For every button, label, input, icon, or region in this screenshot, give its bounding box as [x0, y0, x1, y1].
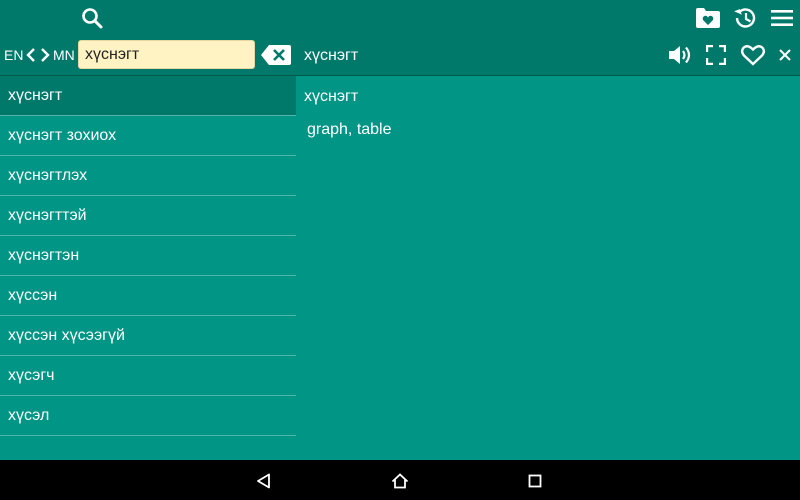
- top-toolbar: [0, 0, 800, 36]
- entry-headword: хүснэгт: [304, 47, 359, 64]
- list-item[interactable]: хүснэгт: [0, 76, 296, 116]
- clear-input-icon[interactable]: [260, 42, 292, 68]
- list-item[interactable]: хүсэл: [0, 396, 296, 436]
- list-item[interactable]: хүснэгттэй: [0, 196, 296, 236]
- recents-icon[interactable]: [524, 470, 546, 492]
- menu-icon[interactable]: [768, 4, 796, 32]
- list-item[interactable]: хүснэгтлэх: [0, 156, 296, 196]
- entry-word: хүснэгт: [304, 88, 359, 105]
- search-icon[interactable]: [78, 4, 106, 32]
- list-item[interactable]: хүснэгтэн: [0, 236, 296, 276]
- fullscreen-icon[interactable]: [704, 43, 728, 67]
- speaker-icon[interactable]: [666, 42, 694, 68]
- source-language[interactable]: EN: [4, 36, 23, 75]
- history-icon[interactable]: [730, 3, 760, 33]
- search-bar: EN MN хүснэгт: [0, 36, 800, 75]
- list-item[interactable]: хүснэгт зохиох: [0, 116, 296, 156]
- system-navbar: [0, 460, 800, 500]
- results-list: хүснэгт хүснэгт зохиох хүснэгтлэх хүснэг…: [0, 76, 296, 436]
- back-icon[interactable]: [252, 470, 276, 492]
- favorites-folder-icon[interactable]: [694, 4, 722, 32]
- heart-icon[interactable]: [738, 42, 768, 68]
- close-icon[interactable]: [776, 45, 794, 65]
- list-item[interactable]: хүссэн хүсээгүй: [0, 316, 296, 356]
- home-icon[interactable]: [388, 470, 412, 492]
- list-item[interactable]: хүсэгч: [0, 356, 296, 396]
- entry-detail: хүснэгт graph, table: [296, 76, 800, 460]
- list-item[interactable]: хүссэн: [0, 276, 296, 316]
- search-input[interactable]: [78, 40, 255, 69]
- target-language[interactable]: MN: [53, 36, 75, 75]
- entry-translation: graph, table: [307, 121, 392, 138]
- chevron-right-icon[interactable]: [38, 46, 52, 64]
- chevron-left-icon[interactable]: [24, 46, 38, 64]
